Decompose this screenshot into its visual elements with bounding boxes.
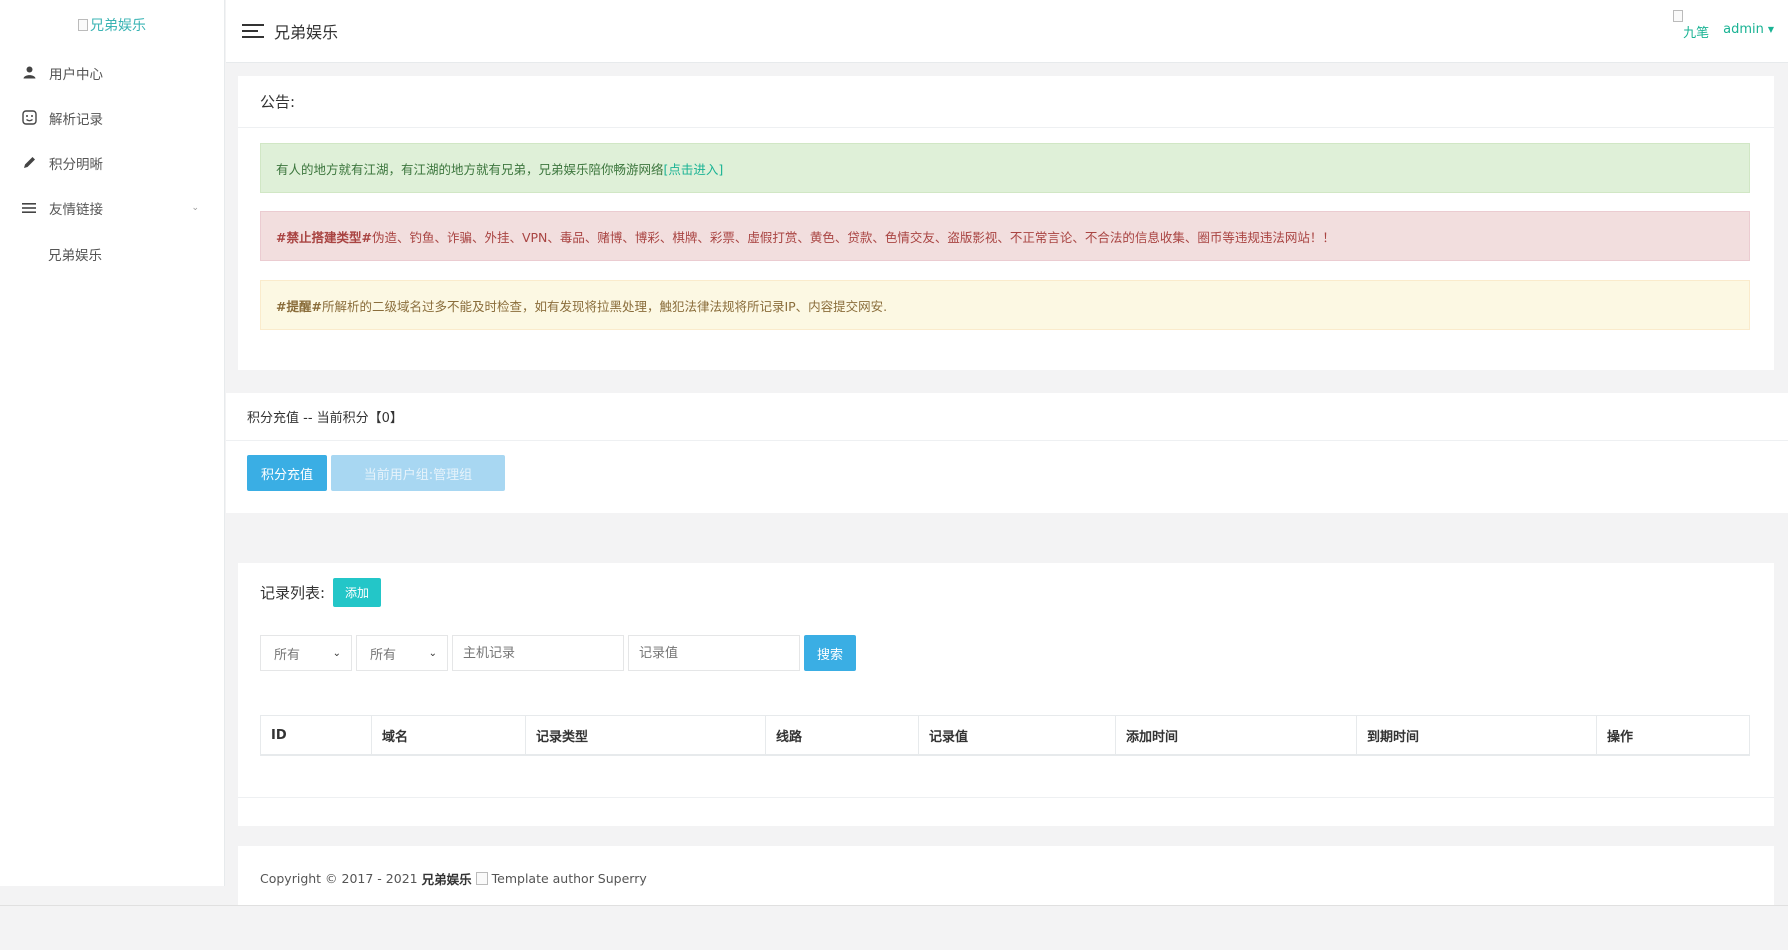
records-panel: 记录列表: 添加 所有 ⌄ 所有 ⌄ 搜索 ID 域名 记录类型 线路 记录值 … bbox=[238, 563, 1774, 826]
sidebar-item-label: 解析记录 bbox=[49, 111, 103, 128]
copyright-text: Copyright © 2017 - 2021 bbox=[260, 871, 418, 886]
enter-link[interactable]: [点击进入] bbox=[664, 159, 724, 178]
sidebar: 兄弟娱乐 用户中心 解析记录 积分明晰 友情链接 ⌄ 兄弟娱乐 bbox=[0, 0, 225, 886]
score-title: 积分充值 -- 当前积分【0】 bbox=[226, 393, 1788, 441]
recharge-button[interactable]: 积分充值 bbox=[247, 455, 327, 491]
type-select-value: 所有 bbox=[274, 647, 301, 663]
danger-alert: #禁止搭建类型# 伪造、钓鱼、诈骗、外挂、VPN、毒品、赌博、博彩、棋牌、彩票、… bbox=[260, 211, 1750, 261]
add-button[interactable]: 添加 bbox=[333, 578, 382, 607]
footer: Copyright © 2017 - 2021 兄弟娱乐 Template au… bbox=[238, 846, 1774, 912]
column-header[interactable]: 域名 bbox=[372, 716, 526, 754]
user-dropdown[interactable]: admin ▼ bbox=[1723, 22, 1774, 37]
bottom-band bbox=[0, 905, 1788, 950]
topbar: 兄弟娱乐 九笔 admin ▼ bbox=[226, 0, 1788, 63]
record-value-input[interactable] bbox=[628, 635, 800, 671]
danger-alert-text: 伪造、钓鱼、诈骗、外挂、VPN、毒品、赌博、博彩、棋牌、彩票、虚假打赏、黄色、贷… bbox=[371, 229, 1335, 245]
danger-alert-label: #禁止搭建类型# bbox=[276, 229, 372, 245]
record-icon bbox=[21, 110, 37, 126]
column-header[interactable]: 记录值 bbox=[919, 716, 1116, 754]
notice-panel: 公告: 有人的地方就有江湖，有江湖的地方就有兄弟，兄弟娱乐陪你畅游网络 [点击进入… bbox=[238, 76, 1774, 370]
avatar[interactable]: 九笔 bbox=[1673, 10, 1710, 41]
line-select-value: 所有 bbox=[370, 647, 397, 663]
column-header[interactable]: 记录类型 bbox=[526, 716, 766, 754]
sidebar-item-label: 用户中心 bbox=[49, 66, 103, 83]
sidebar-item-points[interactable]: 积分明晰 bbox=[0, 140, 224, 185]
page-title: 兄弟娱乐 bbox=[274, 23, 339, 42]
notice-title: 公告: bbox=[238, 76, 1774, 128]
host-record-input[interactable] bbox=[452, 635, 624, 671]
filter-bar: 所有 ⌄ 所有 ⌄ 搜索 bbox=[260, 635, 856, 671]
chevron-down-icon: ⌄ bbox=[332, 647, 341, 659]
sidebar-item-label: 积分明晰 bbox=[49, 156, 103, 173]
sidebar-item-user-center[interactable]: 用户中心 bbox=[0, 50, 224, 95]
username: admin bbox=[1723, 22, 1764, 37]
column-header[interactable]: 操作 bbox=[1597, 716, 1749, 754]
chevron-down-icon: ⌄ bbox=[428, 647, 437, 659]
broken-image-icon bbox=[475, 872, 488, 885]
template-author-text: Template author Superry bbox=[491, 871, 647, 886]
chevron-down-icon: ⌄ bbox=[191, 202, 199, 213]
success-alert: 有人的地方就有江湖，有江湖的地方就有兄弟，兄弟娱乐陪你畅游网络 [点击进入] bbox=[260, 143, 1750, 193]
list-icon bbox=[21, 200, 37, 216]
search-button[interactable]: 搜索 bbox=[804, 635, 856, 671]
line-select[interactable]: 所有 ⌄ bbox=[356, 635, 448, 671]
pencil-icon bbox=[21, 155, 37, 171]
column-header[interactable]: 添加时间 bbox=[1116, 716, 1357, 754]
user-icon bbox=[21, 65, 37, 81]
broken-image-icon bbox=[1673, 10, 1684, 22]
menu-toggle-icon[interactable] bbox=[242, 24, 264, 38]
sidebar-item-label: 友情链接 bbox=[49, 201, 103, 218]
sidebar-item-friend-links[interactable]: 友情链接 ⌄ bbox=[0, 185, 224, 230]
footer-site-name: 兄弟娱乐 bbox=[421, 872, 472, 887]
success-alert-text: 有人的地方就有江湖，有江湖的地方就有兄弟，兄弟娱乐陪你畅游网络 bbox=[276, 161, 664, 177]
warning-alert-label: #提醒# bbox=[276, 298, 322, 314]
sidebar-subitem-brothers[interactable]: 兄弟娱乐 bbox=[0, 230, 224, 278]
user-group-button[interactable]: 当前用户组:管理组 bbox=[331, 455, 505, 491]
column-header[interactable]: ID bbox=[261, 716, 372, 754]
avatar-alt-text: 九笔 bbox=[1683, 26, 1710, 41]
broken-image-icon bbox=[78, 19, 88, 31]
records-title: 记录列表: bbox=[260, 584, 326, 602]
user-menu: 九笔 admin ▼ bbox=[1673, 10, 1774, 41]
column-header[interactable]: 线路 bbox=[766, 716, 919, 754]
type-select[interactable]: 所有 ⌄ bbox=[260, 635, 352, 671]
score-panel: 积分充值 -- 当前积分【0】 积分充值 当前用户组:管理组 bbox=[226, 393, 1788, 513]
warning-alert: #提醒# 所解析的二级域名过多不能及时检查，如有发现将拉黑处理，触犯法律法规将所… bbox=[260, 280, 1750, 330]
logo-alt-text: 兄弟娱乐 bbox=[90, 18, 146, 34]
logo[interactable]: 兄弟娱乐 bbox=[0, 0, 224, 50]
warning-alert-text: 所解析的二级域名过多不能及时检查，如有发现将拉黑处理，触犯法律法规将所记录IP、… bbox=[321, 298, 888, 314]
records-table-header: ID 域名 记录类型 线路 记录值 添加时间 到期时间 操作 bbox=[260, 715, 1750, 756]
records-footer bbox=[238, 797, 1774, 826]
column-header[interactable]: 到期时间 bbox=[1357, 716, 1597, 754]
sidebar-item-records[interactable]: 解析记录 bbox=[0, 95, 224, 140]
caret-down-icon: ▼ bbox=[1767, 25, 1774, 34]
records-header: 记录列表: 添加 bbox=[260, 578, 382, 607]
